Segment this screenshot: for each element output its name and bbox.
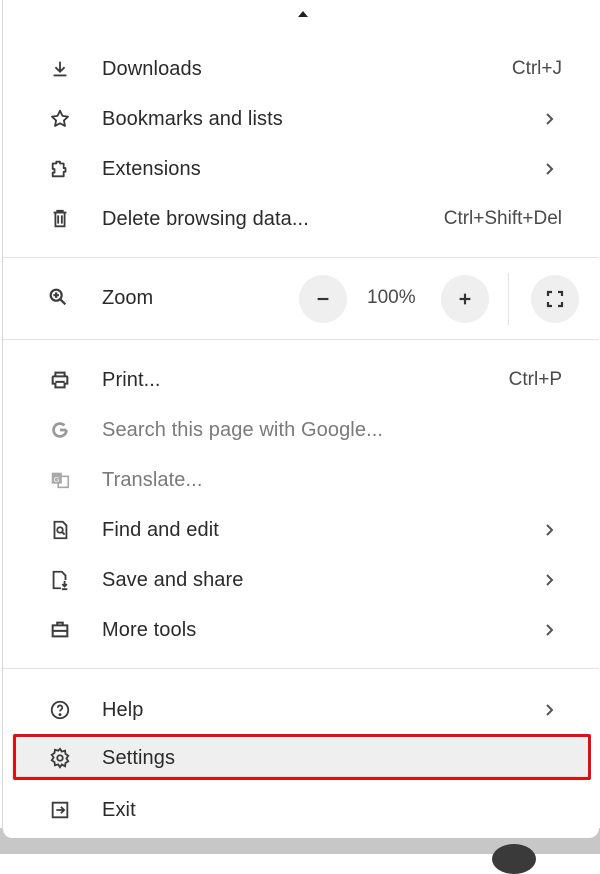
- zoom-out-button[interactable]: [299, 275, 347, 323]
- chevron-right-icon: [546, 704, 554, 716]
- chevron-right-icon: [546, 624, 554, 636]
- zoom-label: Zoom: [102, 287, 154, 309]
- chevron-right-icon: [546, 163, 554, 175]
- menu-item-label: Translate...: [102, 468, 203, 491]
- menu-item-settings[interactable]: Settings: [3, 733, 599, 783]
- zoom-separator: [508, 273, 509, 325]
- menu-item-help[interactable]: Help: [3, 685, 599, 735]
- menu-item-translate[interactable]: G Translate...: [3, 455, 599, 505]
- menu-item-label: Search this page with Google...: [102, 418, 384, 441]
- menu-item-label: Downloads: [102, 57, 202, 80]
- fullscreen-icon: [546, 290, 564, 308]
- zoom-in-button[interactable]: [441, 275, 489, 323]
- menu-item-label: Extensions: [102, 157, 201, 180]
- menu-item-bookmarks-and-lists[interactable]: Bookmarks and lists: [3, 94, 599, 144]
- shortcut-label: Ctrl+J: [511, 58, 562, 79]
- shortcut-label: Ctrl+Shift+Del: [443, 208, 562, 229]
- menu-item-exit[interactable]: Exit: [3, 785, 599, 835]
- trash-icon: [47, 206, 73, 232]
- help-icon: [47, 697, 73, 723]
- menu-item-label: Bookmarks and lists: [102, 107, 283, 130]
- printer-icon: [47, 367, 73, 393]
- background-element: [492, 844, 536, 874]
- shortcut-label: Ctrl+P: [508, 369, 562, 390]
- toolbox-icon: [47, 617, 73, 643]
- menu-item-label: Delete browsing data...: [102, 207, 309, 230]
- exit-icon: [47, 797, 73, 823]
- save-file-icon: [47, 567, 73, 593]
- menu-item-extensions[interactable]: Extensions: [3, 144, 599, 194]
- menu-item-delete-browsing-data[interactable]: Delete browsing data... Ctrl+Shift+Del: [3, 194, 599, 244]
- menu-item-print[interactable]: Print... Ctrl+P: [3, 355, 599, 405]
- menu-item-label: Print...: [102, 368, 161, 391]
- chevron-right-icon: [546, 574, 554, 586]
- zoom-row: Zoom 100%: [3, 273, 599, 325]
- menu-item-label: Find and edit: [102, 518, 219, 541]
- zoom-level-value: 100%: [367, 287, 416, 308]
- menu-item-search-page-with-google[interactable]: Search this page with Google...: [3, 405, 599, 455]
- find-page-icon: [47, 517, 73, 543]
- menu-item-label: More tools: [102, 618, 197, 641]
- chevron-right-icon: [546, 524, 554, 536]
- minus-icon: [317, 297, 329, 301]
- translate-icon: G: [47, 467, 73, 493]
- menu-item-label: Settings: [102, 746, 176, 769]
- menu-item-label: Exit: [102, 798, 136, 821]
- download-icon: [47, 56, 73, 82]
- gear-icon: [47, 745, 73, 771]
- menu-item-label: Save and share: [102, 568, 244, 591]
- chrome-main-menu: Downloads Ctrl+J Bookmarks and lists Ext…: [2, 0, 599, 838]
- puzzle-icon: [47, 156, 73, 182]
- menu-divider: [3, 339, 599, 340]
- menu-divider: [3, 668, 599, 669]
- fullscreen-button[interactable]: [531, 275, 579, 323]
- menu-item-more-tools[interactable]: More tools: [3, 605, 599, 655]
- google-icon: [47, 417, 73, 443]
- menu-item-downloads[interactable]: Downloads Ctrl+J: [3, 44, 599, 94]
- zoom-magnifier-icon: [47, 286, 73, 312]
- menu-item-find-and-edit[interactable]: Find and edit: [3, 505, 599, 555]
- plus-icon: [459, 293, 471, 305]
- chevron-right-icon: [546, 113, 554, 125]
- star-icon: [47, 106, 73, 132]
- menu-divider: [3, 257, 599, 258]
- menu-item-save-and-share[interactable]: Save and share: [3, 555, 599, 605]
- menu-scroll-up-caret-icon[interactable]: [298, 11, 308, 17]
- svg-text:G: G: [54, 475, 60, 484]
- menu-item-label: Help: [102, 698, 144, 721]
